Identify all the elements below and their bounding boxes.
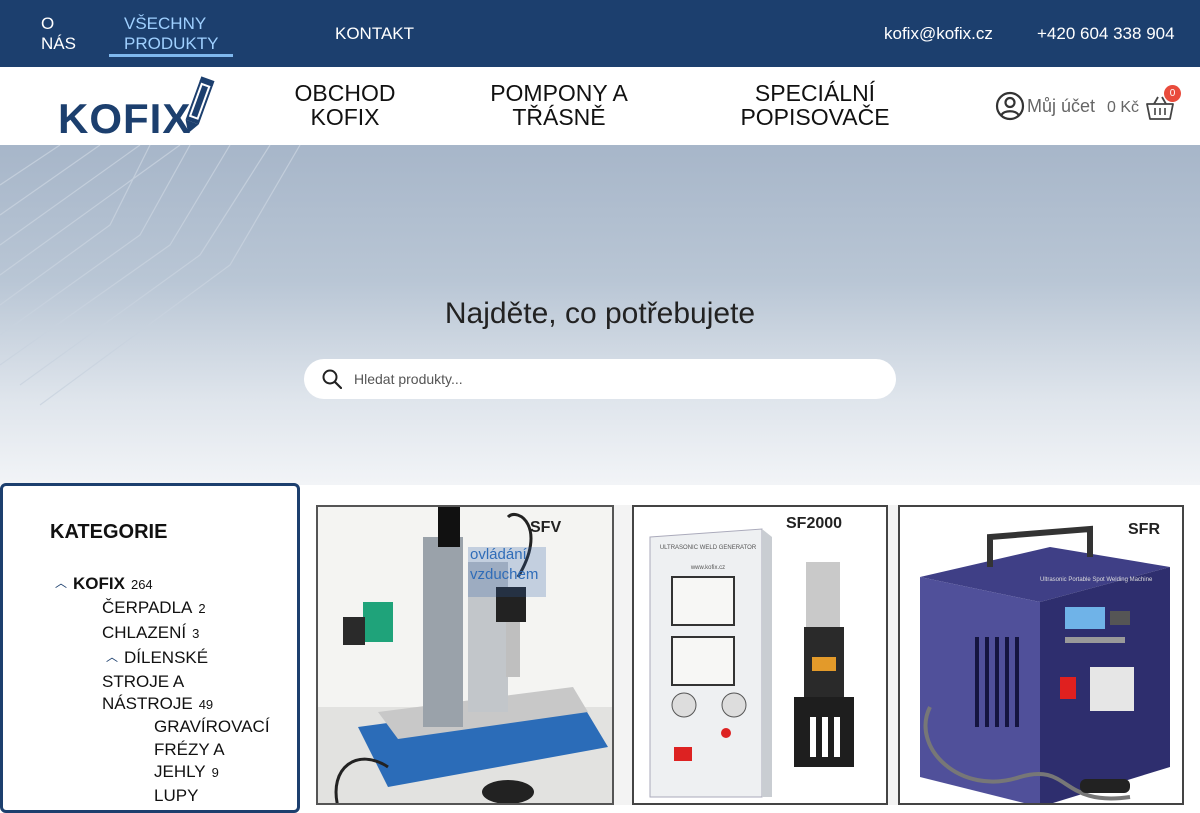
search-icon[interactable] xyxy=(322,369,342,389)
cart-count-badge: 0 xyxy=(1164,85,1182,102)
top-nav-about[interactable]: O NÁS xyxy=(41,0,76,67)
site-logo[interactable]: KOFIX xyxy=(58,75,220,142)
category-gravirovaci-frezy[interactable]: GRAVÍROVACÍ FRÉZY A JEHLY 9 xyxy=(154,716,270,785)
category-dilenske-stroje[interactable]: ︿ DÍLENSKÉ STROJE A NÁSTROJE 49 xyxy=(102,647,213,717)
cart-total: 0 Kč xyxy=(1107,99,1140,116)
product-card-sfr[interactable]: SFR Ultrasonic Portable Spot Welding Mac… xyxy=(898,505,1184,805)
product-search-input[interactable] xyxy=(354,371,874,387)
mainnav-shop-label: OBCHOD KOFIX xyxy=(294,80,396,130)
product-overlay-line2: vzduchem xyxy=(470,566,539,583)
product-image xyxy=(634,507,886,803)
mainnav-pompons-label: POMPONY A TŘÁSNĚ xyxy=(490,80,628,130)
category-title: KATEGORIE xyxy=(50,521,168,543)
hero-section: Najděte, co potřebujete xyxy=(0,145,1200,485)
top-nav-contact[interactable]: KONTAKT xyxy=(335,0,414,67)
cart-link[interactable]: 0 Kč 0 xyxy=(1107,85,1182,121)
top-bar: O NÁS VŠECHNY PRODUKTY KONTAKT kofix@kof… xyxy=(0,0,1200,67)
mainnav-pompons[interactable]: POMPONY A TŘÁSNĚ xyxy=(470,81,648,129)
mainnav-markers[interactable]: SPECIÁLNÍ POPISOVAČE xyxy=(720,81,910,129)
user-circle-icon xyxy=(995,91,1025,121)
mainnav-shop[interactable]: OBCHOD KOFIX xyxy=(280,81,410,129)
product-device-text: ULTRASONIC WELD GENERATOR xyxy=(659,545,757,551)
account-link[interactable]: Můj účet xyxy=(995,91,1095,121)
top-nav-all-products[interactable]: VŠECHNY PRODUKTY xyxy=(108,0,234,67)
pencil-icon xyxy=(185,76,215,134)
contact-email-link[interactable]: kofix@kofix.cz xyxy=(884,0,993,67)
product-overlay-line1: ovládání xyxy=(470,546,527,563)
account-label: Můj účet xyxy=(1027,95,1096,116)
product-card-sfv[interactable]: SFV ovládání vzduchem xyxy=(316,505,614,805)
category-count: 2 xyxy=(198,601,206,616)
product-search-bar xyxy=(304,359,896,399)
product-device-url: www.kofix.cz xyxy=(690,565,726,571)
category-count: 3 xyxy=(192,626,200,641)
category-label-line3: JEHLY xyxy=(154,762,206,781)
product-image xyxy=(900,507,1182,803)
category-label-line1: GRAVÍROVACÍ xyxy=(154,717,270,736)
category-label-line3: NÁSTROJE xyxy=(102,694,193,713)
product-device-text: Ultrasonic Portable Spot Welding Machine xyxy=(1040,577,1153,583)
logo-text: KOFIX xyxy=(58,95,192,142)
product-card-sf2000[interactable]: SF2000 ULTRASONIC WELD GENERATOR www.kof… xyxy=(632,505,888,805)
product-model-label: SFR xyxy=(1128,521,1160,538)
category-count: 264 xyxy=(130,577,153,592)
category-label-line1: DÍLENSKÉ xyxy=(124,648,209,667)
product-overlay-text: ovládání vzduchem xyxy=(470,545,538,585)
basket-icon: 0 xyxy=(1145,85,1182,121)
category-count: 9 xyxy=(211,765,219,780)
category-label-line2: FRÉZY A xyxy=(154,739,225,759)
category-count: 49 xyxy=(198,697,214,712)
product-model-label: SFV xyxy=(530,519,562,536)
category-label: CHLAZENÍ xyxy=(102,623,187,642)
category-label: KOFIX xyxy=(73,574,125,593)
category-sidebar: KATEGORIE ︿ KOFIX 264 ČERPADLA 2 CHLAZENÍ 3 … xyxy=(0,483,300,813)
site-header: KOFIX OBCHOD KOFIX POMPONY A TŘÁSNĚ SPEC… xyxy=(0,67,1200,145)
hero-title: Najděte, co potřebujete xyxy=(444,297,756,330)
contact-phone-link[interactable]: +420 604 338 904 xyxy=(1037,0,1175,67)
category-label: ČERPADLA xyxy=(102,598,193,617)
product-image xyxy=(318,507,612,803)
category-label: LUPY xyxy=(154,786,199,805)
category-lupy[interactable]: LUPY xyxy=(154,785,198,808)
product-grid: SFV ovládání vzduchem SF2000 ULTRASONIC … xyxy=(316,505,1184,805)
category-kofix[interactable]: ︿ KOFIX 264 xyxy=(55,573,153,597)
category-label-line2: STROJE A xyxy=(102,671,185,691)
mainnav-markers-label: SPECIÁLNÍ POPISOVAČE xyxy=(740,80,890,130)
chevron-up-icon[interactable]: ︿ xyxy=(55,572,67,595)
category-chlazeni[interactable]: CHLAZENÍ 3 xyxy=(102,622,199,646)
product-model-label: SF2000 xyxy=(786,515,843,532)
category-cerpadla[interactable]: ČERPADLA 2 xyxy=(102,597,206,621)
chevron-up-icon[interactable]: ︿ xyxy=(106,646,118,669)
